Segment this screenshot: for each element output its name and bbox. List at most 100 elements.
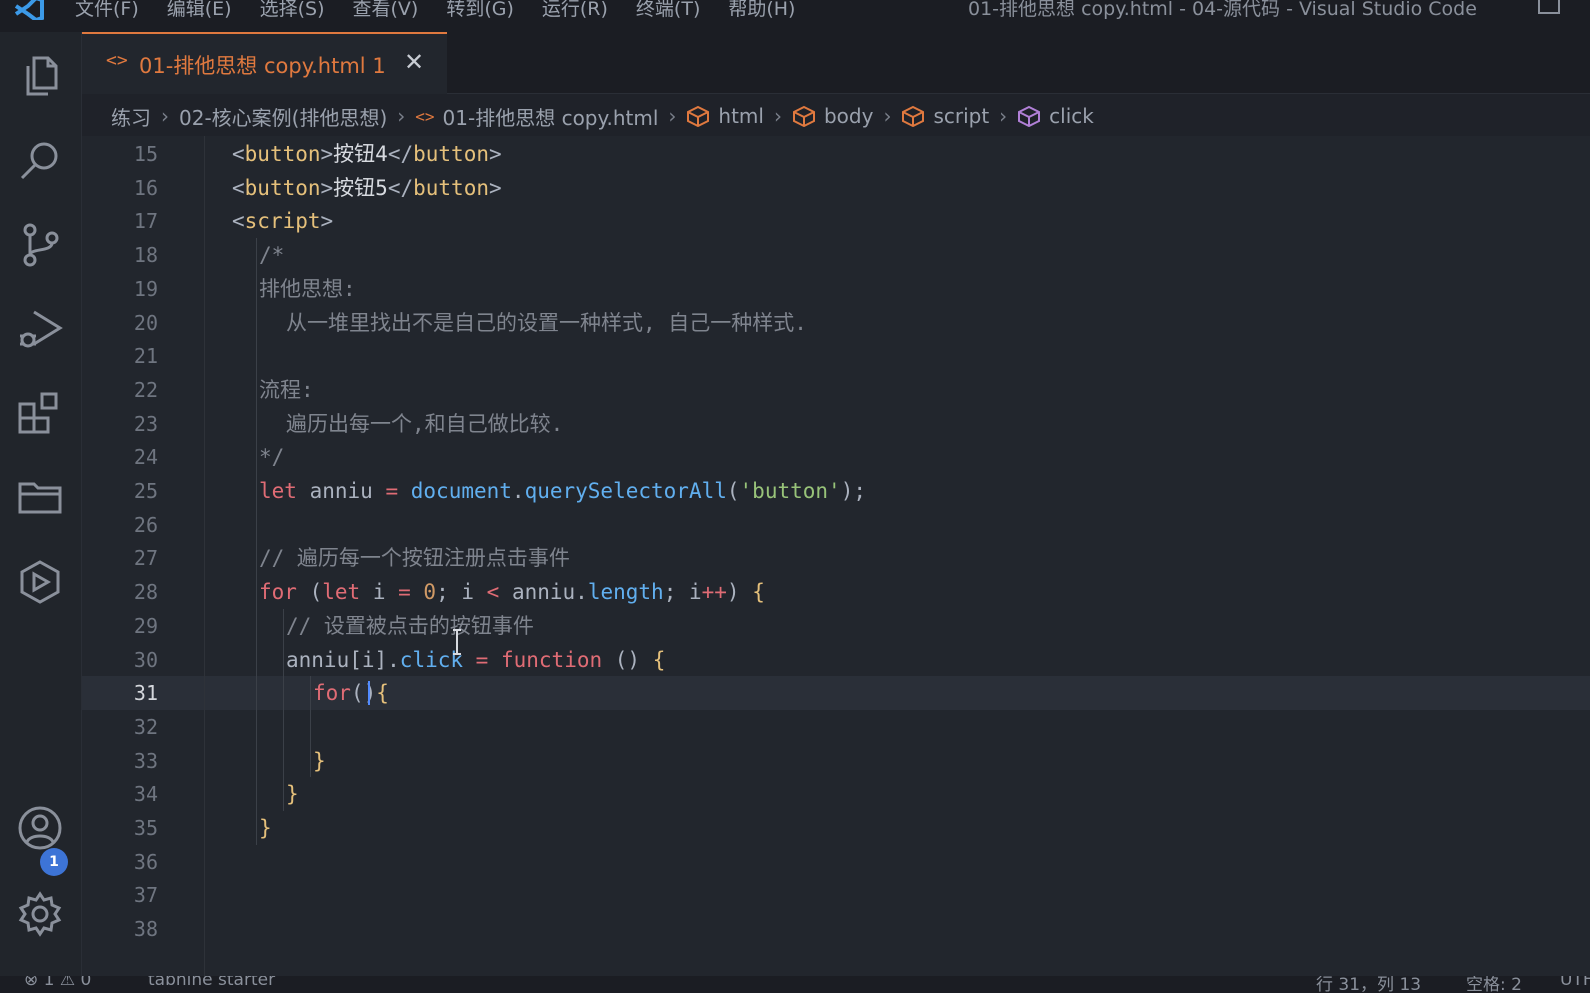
code-line[interactable]: 30 anniu[i].click = function () { [82, 643, 1590, 677]
code-line[interactable]: 26 [82, 508, 1590, 542]
menu-help[interactable]: 帮助(H) [728, 0, 795, 21]
menu-terminal[interactable]: 终端(T) [636, 0, 700, 21]
code-text: <script> [232, 209, 334, 234]
code-line[interactable]: 24 */ [82, 440, 1590, 474]
breadcrumb-html[interactable]: html [718, 104, 764, 128]
explorer-icon[interactable] [16, 52, 64, 100]
line-number: 18 [133, 243, 158, 268]
code-line[interactable]: 28 for (let i = 0; i < anniu.length; i++)… [82, 575, 1590, 609]
code-text: } [313, 748, 326, 773]
breadcrumb-script[interactable]: script [933, 104, 989, 128]
code-line[interactable]: 19 排他思想: [82, 272, 1590, 306]
menu-view[interactable]: 查看(V) [353, 0, 419, 21]
accounts-icon[interactable] [16, 804, 64, 852]
code-line[interactable]: 34} [82, 777, 1590, 811]
vscode-logo-icon [14, 0, 44, 20]
search-icon[interactable] [16, 136, 64, 184]
code-line[interactable]: 21 [82, 339, 1590, 373]
element-cube-icon [901, 105, 925, 127]
code-line[interactable]: 15 <button>按钮4</button> [82, 137, 1590, 171]
encoding-status[interactable]: UTF [1560, 976, 1590, 990]
code-line[interactable]: 37 [82, 878, 1590, 912]
breadcrumb-symbol-click[interactable]: click [1049, 104, 1094, 128]
source-control-icon[interactable] [16, 220, 64, 268]
project-manager-icon[interactable] [16, 472, 64, 520]
code-line[interactable]: 22 流程: [82, 373, 1590, 407]
tabnine-status[interactable]: tabnine starter [148, 976, 275, 990]
code-line[interactable]: 20 从一堆里找出不是自己的设置一种样式, 自己一种样式. [82, 306, 1590, 340]
element-cube-icon [792, 105, 816, 127]
line-number: 32 [133, 714, 158, 739]
code-line[interactable]: 35} [82, 811, 1590, 845]
settings-gear-icon[interactable] [16, 890, 64, 938]
code-text: anniu[i].click = function () { [286, 647, 666, 672]
code-text: 流程: [259, 377, 314, 402]
indent-guide [310, 676, 311, 778]
breadcrumb-file[interactable]: 01-排他思想 copy.html [443, 102, 659, 131]
chevron-right-icon: › [161, 104, 169, 128]
line-number: 15 [133, 142, 158, 166]
code-line[interactable]: 29 // 设置被点击的按钮事件 [82, 609, 1590, 643]
code-line[interactable]: 32 [82, 710, 1590, 744]
line-number: 34 [133, 782, 158, 807]
menu-go[interactable]: 转到(G) [446, 0, 514, 21]
activity-bar: 1 [0, 32, 82, 976]
run-debug-icon[interactable] [16, 304, 64, 352]
accounts-badge: 1 [40, 848, 68, 876]
text-cursor [368, 681, 370, 706]
code-line[interactable]: 17 <script> [82, 204, 1590, 238]
code-line[interactable]: 31 for(){ [82, 676, 1590, 711]
code-line[interactable]: 16 <button>按钮5</button> [82, 171, 1590, 205]
window-title: 01-排他思想 copy.html - 04-源代码 - Visual Stud… [968, 0, 1477, 20]
code-line[interactable]: 25 let anniu = document.querySelectorAll(… [82, 474, 1590, 508]
live-share-icon[interactable] [16, 558, 64, 606]
method-cube-icon [1017, 105, 1041, 127]
code-text: } [286, 782, 299, 807]
line-number: 20 [133, 310, 158, 335]
extensions-icon[interactable] [16, 388, 64, 436]
mouse-ibeam-icon [453, 629, 461, 655]
line-number: 23 [133, 411, 158, 436]
element-cube-icon [686, 105, 710, 127]
chevron-right-icon: › [883, 104, 892, 128]
menu-edit[interactable]: 编辑(E) [167, 0, 232, 21]
chevron-right-icon: › [773, 104, 782, 128]
code-line[interactable]: 18 /* [82, 238, 1590, 272]
code-text: 从一堆里找出不是自己的设置一种样式, 自己一种样式. [286, 310, 807, 335]
editor-tab[interactable]: <> 01-排他思想 copy.html 1 ✕ [82, 32, 447, 94]
line-number: 33 [133, 748, 158, 773]
menu-file[interactable]: 文件(F) [75, 0, 139, 21]
line-number: 28 [133, 580, 158, 605]
indent-guide [256, 238, 257, 845]
breadcrumb-body[interactable]: body [824, 104, 873, 128]
menu-selection[interactable]: 选择(S) [260, 0, 325, 21]
code-text: } [259, 816, 272, 840]
code-text: /* [259, 243, 285, 268]
code-text: // 设置被点击的按钮事件 [286, 613, 534, 638]
menu-run[interactable]: 运行(R) [542, 0, 608, 21]
line-number: 16 [133, 175, 158, 200]
breadcrumb-folder-case[interactable]: 02-核心案例(排他思想) [179, 102, 387, 131]
code-line[interactable]: 38 [82, 912, 1590, 946]
code-text: for (let i = 0; i < anniu.length; i++) { [259, 580, 765, 605]
line-number: 35 [133, 816, 158, 840]
cursor-position[interactable]: 行 31，列 13 [1316, 976, 1421, 993]
code-line[interactable]: 33} [82, 744, 1590, 778]
chevron-right-icon: › [668, 104, 677, 128]
line-number: 22 [133, 377, 158, 402]
code-editor[interactable]: 15 <button>按钮4</button> 16 <button>按钮5</but… [82, 136, 1590, 976]
code-text: // 遍历每一个按钮注册点击事件 [259, 546, 570, 571]
layout-toggle-icon[interactable] [1538, 0, 1560, 14]
breadcrumb: 练习 › 02-核心案例(排他思想) › <> 01-排他思想 copy.htm… [111, 100, 1094, 132]
code-text: <button>按钮5</button> [232, 175, 502, 200]
code-line[interactable]: 36 [82, 845, 1590, 879]
code-line[interactable]: 23 遍历出每一个,和自己做比较. [82, 407, 1590, 441]
line-number: 38 [133, 917, 158, 942]
code-line[interactable]: 27 // 遍历每一个按钮注册点击事件 [82, 541, 1590, 575]
line-number: 31 [133, 681, 158, 706]
problems-indicator[interactable]: ⊗ 1 ⚠ 0 [24, 976, 91, 990]
breadcrumb-folder-practice[interactable]: 练习 [111, 102, 151, 131]
tab-close-icon[interactable]: ✕ [404, 48, 424, 76]
line-number: 24 [133, 445, 158, 470]
indentation-status[interactable]: 空格: 2 [1466, 976, 1522, 993]
